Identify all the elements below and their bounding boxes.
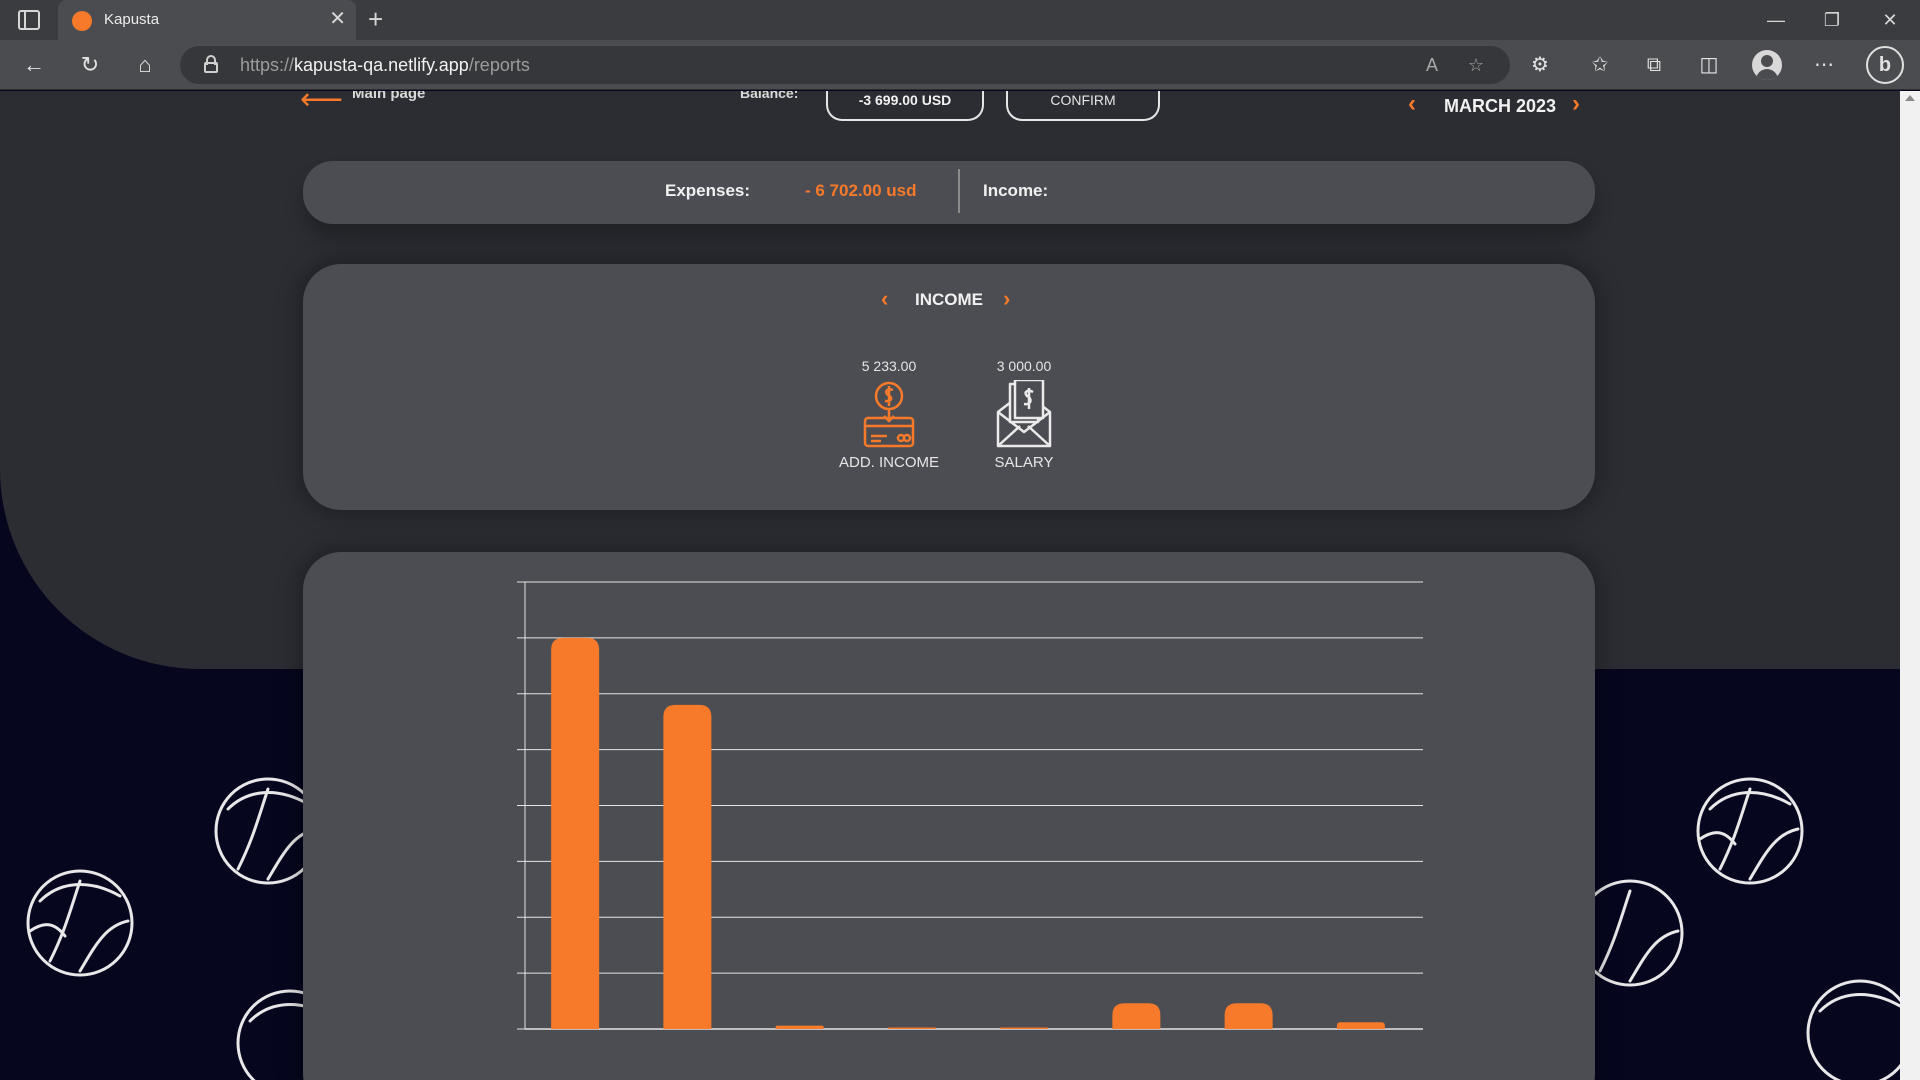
url-input[interactable]: https://kapusta-qa.netlify.app/reports A… <box>180 46 1510 84</box>
expenses-value: - 6 702.00 usd <box>805 181 917 200</box>
read-aloud-icon[interactable]: A <box>1420 53 1444 77</box>
tab-actions-icon[interactable] <box>18 10 40 30</box>
minimize-icon[interactable]: — <box>1756 6 1796 34</box>
category-amount: 5 233.00 <box>861 358 917 374</box>
url-text: https://kapusta-qa.netlify.app/reports <box>240 55 530 75</box>
chart-bar[interactable] <box>1224 1003 1273 1029</box>
chart-card <box>303 552 1595 1080</box>
balance-label: Balance: <box>740 91 799 101</box>
more-options-icon[interactable]: ⋯ <box>1810 52 1838 78</box>
category-next-icon[interactable]: › <box>1003 286 1010 312</box>
tab-title: Kapusta <box>104 11 160 28</box>
month-label: MARCH 2023 <box>1444 96 1557 116</box>
new-tab-icon[interactable]: + <box>368 4 383 34</box>
chart-bar[interactable] <box>1000 1027 1049 1030</box>
page-scrollbar[interactable] <box>1900 91 1920 1080</box>
balance-input[interactable]: -3 699.00 USD <box>826 91 984 121</box>
income-label: Income: <box>983 181 1049 200</box>
bing-copilot-icon[interactable]: b <box>1866 46 1904 84</box>
category-amount: 3 000.00 <box>996 358 1052 374</box>
confirm-button[interactable]: CONFIRM <box>1006 91 1160 121</box>
category-salary[interactable]: 3 000.00 SALARY <box>964 358 1084 471</box>
close-window-icon[interactable]: ✕ <box>1870 6 1910 34</box>
chart-bar[interactable] <box>1336 1022 1385 1029</box>
chart-bars <box>551 637 1385 1030</box>
cabbage-decoration-icon <box>1696 777 1804 885</box>
close-tab-icon[interactable]: ✕ <box>329 8 346 30</box>
browser-tab-bar: Kapusta ✕ + — ❐ ✕ <box>0 0 1920 40</box>
restore-icon[interactable]: ❐ <box>1812 6 1852 34</box>
browser-tab[interactable]: Kapusta ✕ <box>58 0 356 40</box>
cabbage-decoration-icon <box>26 869 134 977</box>
chart-grid <box>517 581 1423 1030</box>
category-label: ADD. INCOME <box>838 454 939 471</box>
summary-bar: Expenses: - 6 702.00 usd Income: <box>303 161 1595 224</box>
category-add-income[interactable]: 5 233.00 ADD. INCOME <box>829 358 949 471</box>
home-icon[interactable]: ⌂ <box>131 52 159 78</box>
browser-essentials-icon[interactable]: ◫ <box>1695 52 1723 78</box>
favorites-icon[interactable]: ✩ <box>1586 52 1614 78</box>
chart-bar[interactable] <box>775 1025 824 1029</box>
salary-icon <box>996 380 1052 448</box>
chart-bar[interactable] <box>1112 1003 1161 1029</box>
month-next-icon[interactable]: › <box>1572 92 1580 116</box>
main-page-link[interactable]: Main page <box>352 91 425 102</box>
scroll-up-icon[interactable] <box>1905 95 1915 101</box>
category-prev-icon[interactable]: ‹ <box>881 286 888 312</box>
income-bar-chart <box>517 581 1423 1030</box>
back-arrow-icon[interactable]: ⟵ <box>300 91 343 115</box>
category-type-title: INCOME <box>915 290 983 309</box>
extensions-icon[interactable]: ⚙ <box>1526 52 1554 78</box>
lock-icon <box>204 55 218 73</box>
category-label: SALARY <box>994 454 1054 471</box>
browser-address-bar: ← ↻ ⌂ https://kapusta-qa.netlify.app/rep… <box>0 40 1920 90</box>
chart-bar[interactable] <box>663 704 712 1029</box>
chart-bar[interactable] <box>887 1027 936 1030</box>
summary-divider <box>958 169 960 213</box>
add-favorite-icon[interactable]: ☆ <box>1464 53 1488 77</box>
reports-page: ⟵ Main page Balance: -3 699.00 USD CONFI… <box>0 91 1900 1080</box>
cabbage-decoration-icon <box>1806 979 1900 1080</box>
expenses-label: Expenses: <box>665 181 751 200</box>
chart-bar[interactable] <box>551 637 600 1029</box>
add-income-icon <box>863 381 915 448</box>
collections-icon[interactable]: ⧉ <box>1640 52 1668 78</box>
favicon-icon <box>72 11 92 31</box>
profile-avatar-icon[interactable] <box>1752 50 1782 80</box>
back-icon[interactable]: ← <box>20 52 48 78</box>
categories-card: ‹ INCOME › 5 233.00 ADD. INCOME 3 000.00 <box>303 264 1595 510</box>
refresh-icon[interactable]: ↻ <box>76 52 104 78</box>
month-prev-icon[interactable]: ‹ <box>1408 92 1416 116</box>
